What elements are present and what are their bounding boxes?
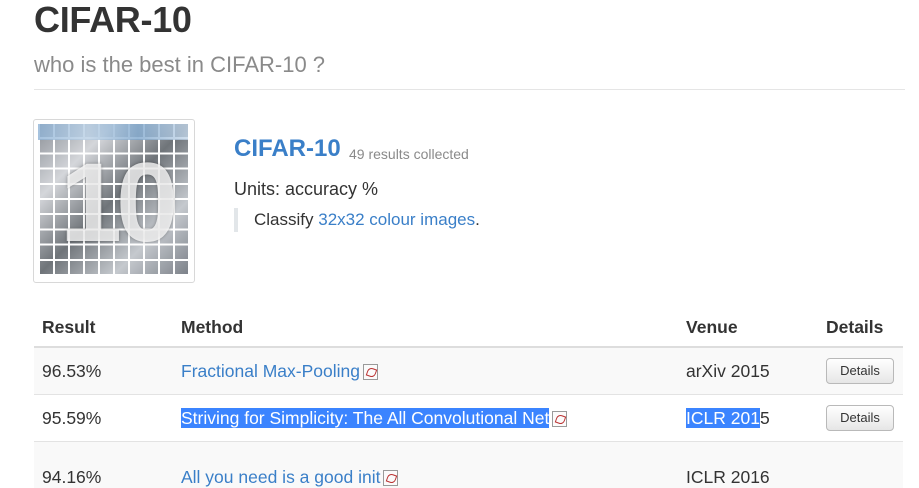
result-value: 95.59% bbox=[34, 395, 173, 442]
table-row: 94.16% All you need is a good init ICLR … bbox=[34, 442, 903, 488]
method-cell: Fractional Max-Pooling bbox=[173, 347, 678, 395]
method-cell: All you need is a good init bbox=[173, 442, 678, 488]
method-link[interactable]: Fractional Max-Pooling bbox=[181, 361, 360, 381]
results-table: Result Method Venue Details 96.53% Fract… bbox=[34, 308, 903, 488]
method-link[interactable]: All you need is a good init bbox=[181, 467, 380, 487]
dataset-thumbnail: 10 bbox=[33, 119, 195, 283]
dataset-description: Classify 32x32 colour images. bbox=[234, 208, 480, 232]
method-link[interactable]: Striving for Simplicity: The All Convolu… bbox=[181, 408, 549, 428]
page-subtitle: who is the best in CIFAR-10 ? bbox=[34, 52, 325, 78]
description-prefix: Classify bbox=[254, 210, 318, 229]
description-suffix: . bbox=[475, 210, 480, 229]
description-link[interactable]: 32x32 colour images bbox=[318, 210, 475, 229]
table-row: 95.59% Striving for Simplicity: The All … bbox=[34, 395, 903, 442]
pdf-icon[interactable] bbox=[383, 470, 398, 486]
venue-value: arXiv 2015 bbox=[678, 347, 818, 395]
header-result: Result bbox=[34, 308, 173, 347]
dataset-title-link[interactable]: CIFAR-10 bbox=[234, 135, 341, 163]
details-button[interactable]: Details bbox=[826, 358, 894, 384]
method-cell: Striving for Simplicity: The All Convolu… bbox=[173, 395, 678, 442]
details-button[interactable]: Details bbox=[826, 405, 894, 431]
result-value: 96.53% bbox=[34, 347, 173, 395]
details-cell: Details bbox=[818, 347, 903, 395]
table-row: 96.53% Fractional Max-Pooling arXiv 2015… bbox=[34, 347, 903, 395]
page-title: CIFAR-10 bbox=[34, 0, 192, 41]
pdf-icon[interactable] bbox=[363, 364, 378, 380]
header-details: Details bbox=[818, 308, 903, 347]
thumbnail-digits: 10 bbox=[46, 138, 186, 268]
result-value: 94.16% bbox=[34, 442, 173, 488]
venue-value: ICLR 2015 bbox=[678, 395, 818, 442]
venue-rest-text: 5 bbox=[760, 408, 770, 428]
header-venue: Venue bbox=[678, 308, 818, 347]
dataset-units: Units: accuracy % bbox=[234, 179, 378, 200]
header-method: Method bbox=[173, 308, 678, 347]
details-cell bbox=[818, 442, 903, 488]
details-cell: Details bbox=[818, 395, 903, 442]
result-count: 49 results collected bbox=[349, 146, 469, 162]
venue-value: ICLR 2016 bbox=[678, 442, 818, 488]
pdf-icon[interactable] bbox=[552, 411, 567, 427]
table-header-row: Result Method Venue Details bbox=[34, 308, 903, 347]
venue-selected-text: ICLR 201 bbox=[686, 408, 760, 428]
header-divider bbox=[34, 89, 905, 90]
